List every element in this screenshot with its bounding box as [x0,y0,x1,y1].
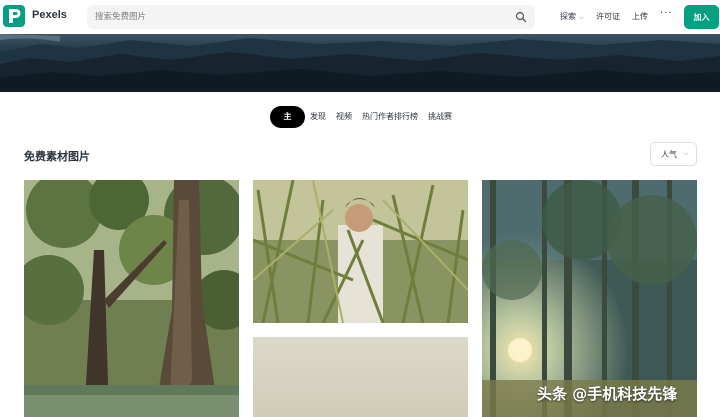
photo-person-in-grass[interactable] [253,180,468,323]
sort-dropdown[interactable]: 人气 ⌵ [650,142,697,166]
tab-home[interactable]: 主页 [270,106,305,143]
search-icon[interactable] [515,11,527,23]
chevron-down-icon: ⌵ [579,14,584,21]
more-menu-icon[interactable]: ··· [660,8,673,19]
chevron-down-icon: ⌵ [683,150,688,157]
nav-license[interactable]: 许可证 [596,11,620,22]
pexels-logo-icon[interactable] [3,5,25,27]
join-button[interactable]: 加入 [684,5,719,29]
category-tabs: 主页 发现 视频 热门作者排行榜 挑战赛 [270,106,457,143]
photo-beige-minimal[interactable] [253,337,468,417]
nav-upload[interactable]: 上传 [632,11,648,22]
tab-challenges[interactable]: 挑战赛 [423,106,457,128]
watermark-text: 头条 @手机科技先锋 [537,385,678,403]
nav-explore[interactable]: 探索 ⌵ [560,11,584,22]
tab-videos[interactable]: 视频 [331,106,357,128]
brand-name[interactable]: Pexels [32,9,67,21]
tab-discover[interactable]: 发现 [305,106,331,128]
photo-forest-trees[interactable] [24,180,239,417]
search-bar[interactable] [87,5,535,29]
section-title: 免费素材图片 [24,150,90,163]
sort-label: 人气 [661,149,677,159]
top-header: Pexels 探索⌵ 许可证 上传 ··· 加入 [0,0,720,34]
hero-image [0,34,720,92]
hero-banner [0,34,720,92]
tab-leaderboard[interactable]: 热门作者排行榜 [357,106,423,128]
search-input[interactable] [95,5,505,29]
nav-explore-label: 探索 [560,12,576,21]
photo-sunlit-forest[interactable] [482,180,697,417]
